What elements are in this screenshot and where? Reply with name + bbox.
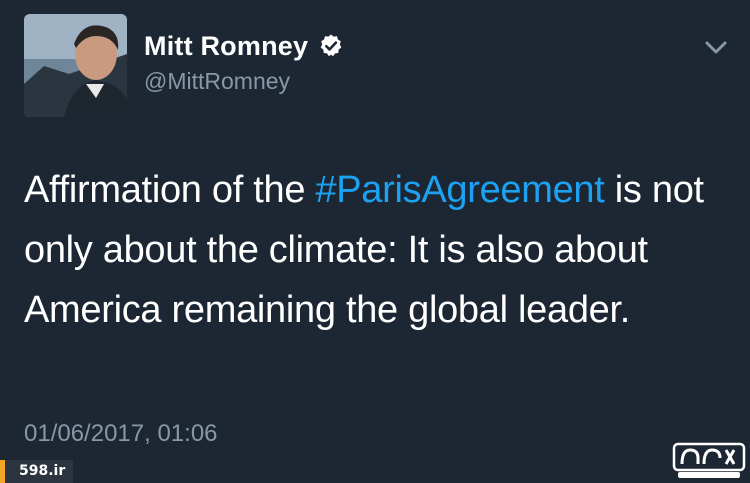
avatar-photo-icon (24, 14, 127, 117)
site-watermark: 598.ir (0, 460, 74, 483)
hashtag-link[interactable]: #ParisAgreement (315, 169, 604, 211)
598-logo-icon (672, 442, 746, 478)
verified-badge-icon (320, 34, 342, 57)
author-display-name[interactable]: Mitt Romney (144, 31, 308, 62)
tweet-card: Mitt Romney @MittRomney Affirmation of t… (0, 0, 750, 483)
tweet-timestamp[interactable]: 01/06/2017, 01:06 (24, 420, 218, 448)
watermark-site-label: 598.ir (5, 460, 74, 483)
author-name-row: Mitt Romney (144, 26, 344, 66)
tweet-author: Mitt Romney @MittRomney (144, 26, 344, 95)
avatar[interactable] (24, 14, 127, 117)
tweet-text: Affirmation of the #ParisAgreement is no… (24, 160, 714, 340)
author-handle[interactable]: @MittRomney (144, 68, 344, 95)
tweet-text-before: Affirmation of the (24, 169, 316, 211)
chevron-down-icon[interactable] (703, 38, 729, 58)
